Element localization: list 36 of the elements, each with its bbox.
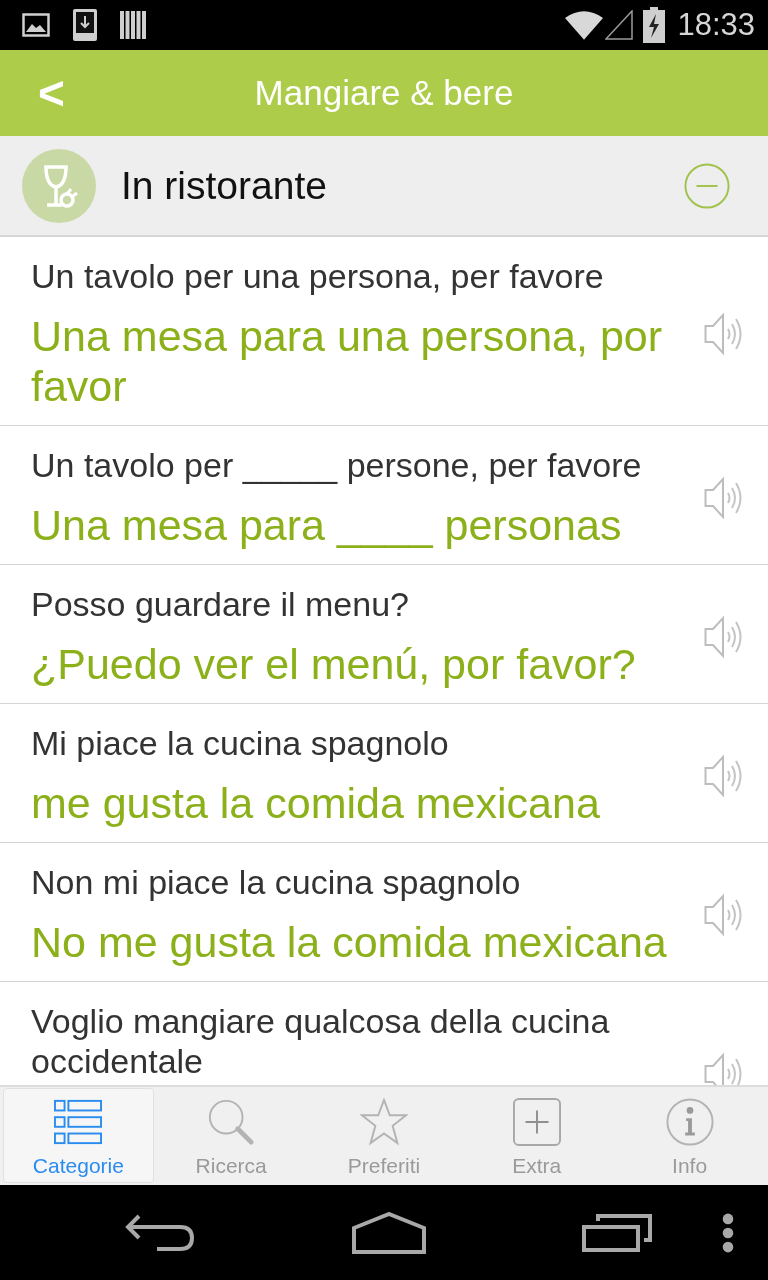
more-icon[interactable] xyxy=(722,1212,734,1253)
tab[interactable]: Ricerca xyxy=(155,1088,307,1183)
back-icon[interactable] xyxy=(125,1212,195,1253)
spanish-phrase: me gusta la comida mexicana xyxy=(31,778,601,828)
screen-title: Mangiare & bere xyxy=(253,73,515,113)
plus-square-icon xyxy=(512,1098,561,1146)
signal-icon xyxy=(605,10,634,40)
tab[interactable]: Categorie xyxy=(3,1088,154,1183)
search-icon xyxy=(207,1098,256,1146)
tab[interactable]: Preferiti xyxy=(308,1088,460,1183)
tab[interactable]: Info xyxy=(614,1088,765,1183)
italian-phrase: Un tavolo per _____ persone, per favore xyxy=(31,445,643,485)
italian-phrase: Mi piace la cucina spagnolo xyxy=(31,723,450,763)
back-button[interactable]: < xyxy=(0,50,110,136)
wine-glass-icon xyxy=(22,148,96,223)
bars-icon xyxy=(120,11,146,39)
spanish-phrase: No me gusta la comida mexicana xyxy=(31,917,668,967)
tab[interactable]: Extra xyxy=(461,1088,613,1183)
spanish-phrase: ¿Puedo ver el menú, por favor? xyxy=(31,639,637,689)
battery-icon xyxy=(643,7,666,43)
spanish-phrase: Una mesa para una persona, por favor xyxy=(31,311,664,411)
wifi-icon xyxy=(565,10,604,40)
italian-phrase: Posso guardare il menu? xyxy=(31,584,410,624)
category-header[interactable]: In ristorante xyxy=(0,136,768,237)
star-icon xyxy=(360,1098,408,1146)
list-icon xyxy=(54,1098,103,1146)
image-icon xyxy=(22,13,50,37)
category-title: In ristorante xyxy=(121,163,328,208)
spanish-phrase: Una mesa para ____ personas xyxy=(31,500,623,550)
minus-circle-icon[interactable] xyxy=(684,162,730,209)
download-icon xyxy=(73,9,97,41)
info-icon xyxy=(665,1098,714,1146)
italian-phrase: Voglio mangiare qualcosa della cucina occidentale xyxy=(31,1001,611,1081)
italian-phrase: Un tavolo per una persona, per favore xyxy=(31,256,605,296)
clock-time: 18:33 xyxy=(677,7,755,43)
italian-phrase: Non mi piace la cucina spagnolo xyxy=(31,862,522,902)
